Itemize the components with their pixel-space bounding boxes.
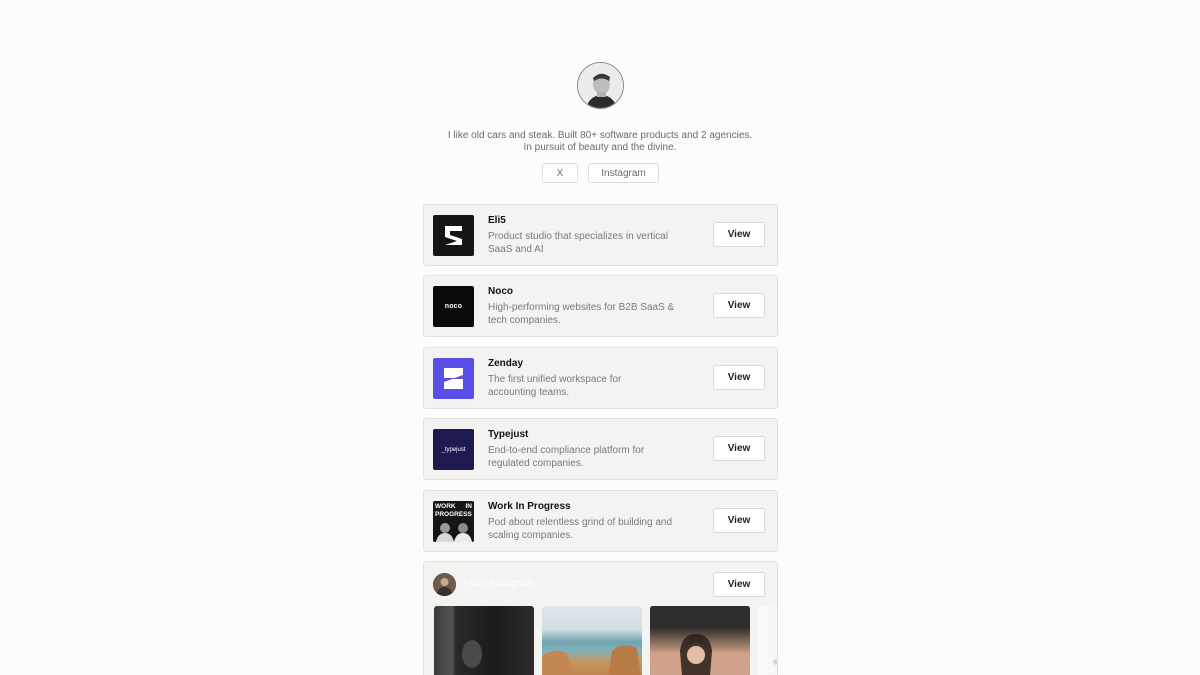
view-button[interactable]: View xyxy=(713,572,765,597)
project-title: Eli5 xyxy=(488,215,506,226)
instagram-photo[interactable] xyxy=(434,606,534,675)
view-button[interactable]: View xyxy=(713,222,765,247)
avatar xyxy=(577,62,624,109)
x-link-button[interactable]: X xyxy=(542,163,578,183)
project-card-noco: noco Noco High-performing websites for B… xyxy=(423,275,778,337)
zenday-logo xyxy=(433,358,474,399)
project-card-eli5: Eli5 Product studio that specializes in … xyxy=(423,204,778,266)
project-title: Typejust xyxy=(488,429,529,440)
view-button[interactable]: View xyxy=(713,293,765,318)
work-in-progress-logo: WORK IN PROGRESS xyxy=(433,501,474,542)
instagram-card: From Instagram View xyxy=(423,561,778,675)
eli5-logo xyxy=(433,215,474,256)
view-button[interactable]: View xyxy=(713,436,765,461)
instagram-avatar xyxy=(433,573,456,596)
instagram-photo[interactable] xyxy=(542,606,642,675)
project-card-work-in-progress: WORK IN PROGRESS Work In Progress Pod ab… xyxy=(423,490,778,552)
instagram-title: From Instagram xyxy=(463,578,534,589)
instagram-photo[interactable] xyxy=(758,606,777,675)
bio-line-1: I like old cars and steak. Built 80+ sof… xyxy=(447,130,753,141)
project-description: Pod about relentless grind of building a… xyxy=(488,517,673,541)
instagram-link-button[interactable]: Instagram xyxy=(588,163,659,183)
instagram-photo[interactable] xyxy=(650,606,750,675)
profile-page: I like old cars and steak. Built 80+ sof… xyxy=(0,0,1200,675)
project-title: Zenday xyxy=(488,358,524,369)
project-card-typejust: _typejust Typejust End-to-end compliance… xyxy=(423,418,778,480)
project-description: End-to-end compliance platform for regul… xyxy=(488,445,645,469)
typejust-logo: _typejust xyxy=(433,429,474,470)
view-button[interactable]: View xyxy=(713,365,765,390)
project-title: Work In Progress xyxy=(488,501,571,512)
project-card-zenday: Zenday The first unified workspace for a… xyxy=(423,347,778,409)
project-description: Product studio that specializes in verti… xyxy=(488,231,669,255)
bio-line-2: In pursuit of beauty and the divine. xyxy=(523,142,677,153)
project-title: Noco xyxy=(488,286,513,297)
project-description: The first unified workspace for accounti… xyxy=(488,374,622,398)
noco-logo: noco xyxy=(433,286,474,327)
view-button[interactable]: View xyxy=(713,508,765,533)
project-description: High-performing websites for B2B SaaS & … xyxy=(488,302,675,326)
